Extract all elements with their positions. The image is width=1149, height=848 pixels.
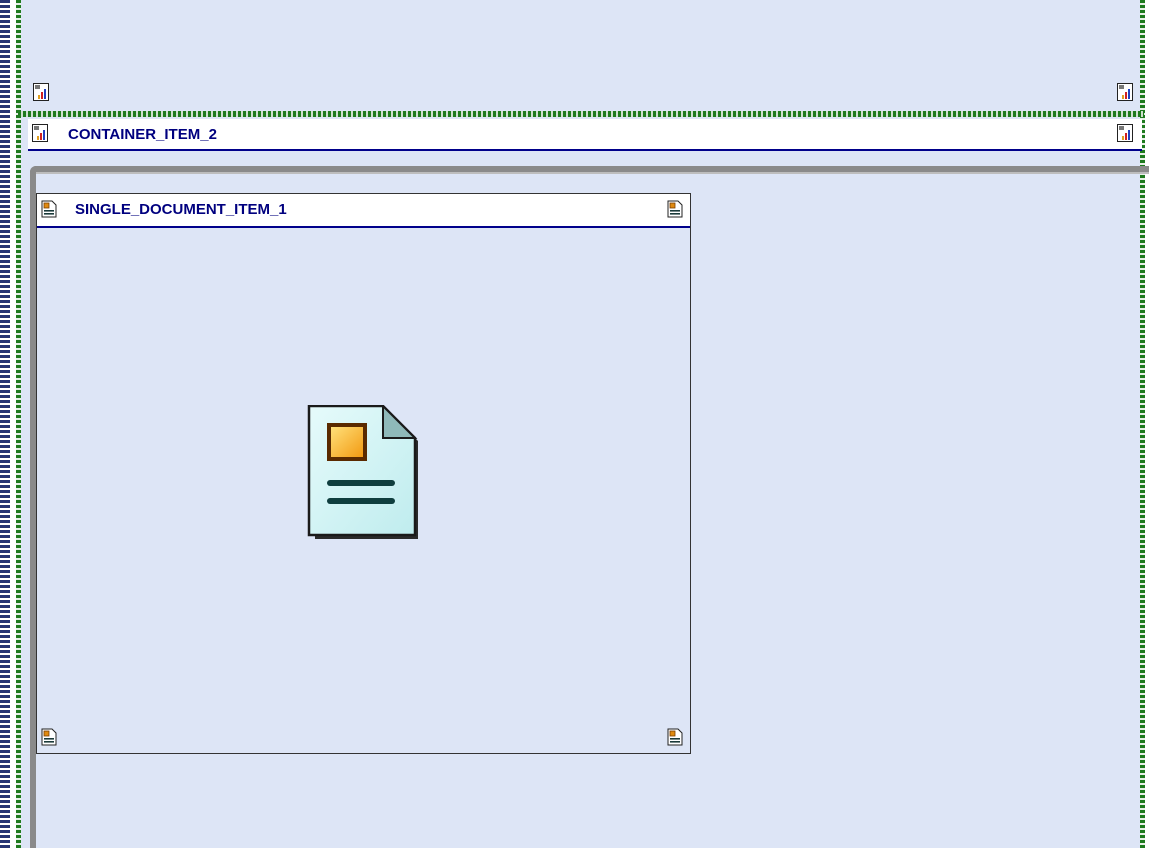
container-inner-frame-highlight xyxy=(36,172,1149,174)
document-icon xyxy=(307,403,422,545)
container-title-bar[interactable]: CONTAINER_ITEM_2 xyxy=(28,119,1142,151)
container-icon xyxy=(32,124,48,142)
document-icon[interactable] xyxy=(667,200,683,218)
container-dashed-border-left xyxy=(16,0,21,848)
container-icon[interactable] xyxy=(1117,124,1133,142)
document-icon xyxy=(41,200,57,218)
document-title: SINGLE_DOCUMENT_ITEM_1 xyxy=(75,201,287,218)
document-title-bar[interactable]: SINGLE_DOCUMENT_ITEM_1 xyxy=(37,194,690,228)
single-document-item[interactable]: SINGLE_DOCUMENT_ITEM_1 xyxy=(36,193,691,754)
design-canvas: CONTAINER_ITEM_2 SINGLE_DOCUMENT_ITEM_1 xyxy=(0,0,1149,848)
container-title: CONTAINER_ITEM_2 xyxy=(68,126,217,143)
document-corner-icon[interactable] xyxy=(41,728,57,746)
outer-dashed-border-left xyxy=(0,0,10,848)
container-corner-icon[interactable] xyxy=(33,83,49,101)
document-corner-icon[interactable] xyxy=(667,728,683,746)
container-corner-icon[interactable] xyxy=(1117,83,1133,101)
container-dashed-border-top[interactable] xyxy=(18,111,1144,117)
